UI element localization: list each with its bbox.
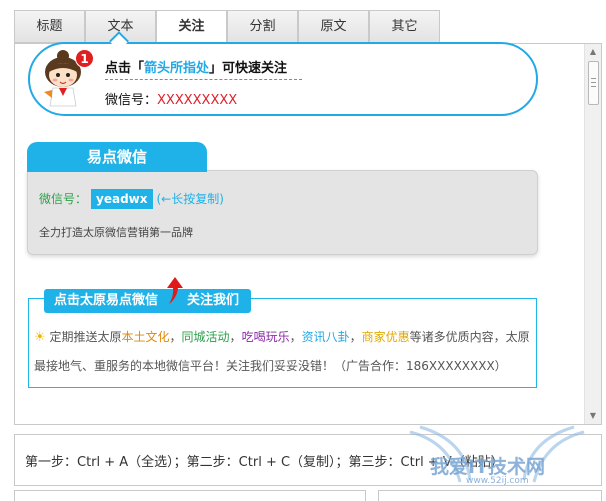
arrow-hint-link[interactable]: 箭头所指处 xyxy=(144,61,209,76)
tab-title[interactable]: 标题 xyxy=(14,10,85,43)
tab-divider[interactable]: 分割 xyxy=(227,10,298,43)
sun-icon: ☀ xyxy=(34,330,46,345)
watermark-url: www.52ij.com xyxy=(466,476,529,486)
copy-hint: (←长按复制) xyxy=(156,192,224,206)
wechat-slogan: 全力打造太原微信营销第一品牌 xyxy=(39,226,193,239)
dashed-divider xyxy=(105,79,302,80)
follow-instruction: 点击「箭头所指处」可快速关注 xyxy=(105,61,288,76)
promo-description: ☀ 定期推送太原本土文化，同城活动，吃喝玩乐，资讯八卦，商家优惠等诸多优质内容，… xyxy=(34,330,530,373)
notification-badge: 1 xyxy=(75,49,94,68)
watermark-text: 我爱IT技术网 xyxy=(430,456,546,478)
red-up-arrow-icon xyxy=(167,277,183,304)
wechat-id-value: yeadwx xyxy=(91,189,153,209)
bottom-left-panel xyxy=(14,490,366,501)
tab-original[interactable]: 原文 xyxy=(298,10,369,43)
tab-follow[interactable]: 关注 xyxy=(156,10,227,43)
promo-box-header: 点击太原易点微信 关注我们 xyxy=(44,289,251,313)
scroll-up-arrow-icon[interactable]: ▲ xyxy=(585,44,601,60)
wechat-id-line: 微信号：XXXXXXXXX xyxy=(105,93,238,108)
tab-other[interactable]: 其它 xyxy=(369,10,440,43)
wechat-card-title: 易点微信 xyxy=(27,142,207,172)
vertical-scrollbar[interactable]: ▲ ▼ xyxy=(584,44,601,424)
wechat-id-row: 微信号： yeadwx (←长按复制) xyxy=(39,189,224,209)
wechat-card[interactable] xyxy=(27,170,538,255)
editor-tab-bar: 标题 文本 关注 分割 原文 其它 xyxy=(14,10,602,43)
scrollbar-thumb[interactable] xyxy=(588,61,599,105)
